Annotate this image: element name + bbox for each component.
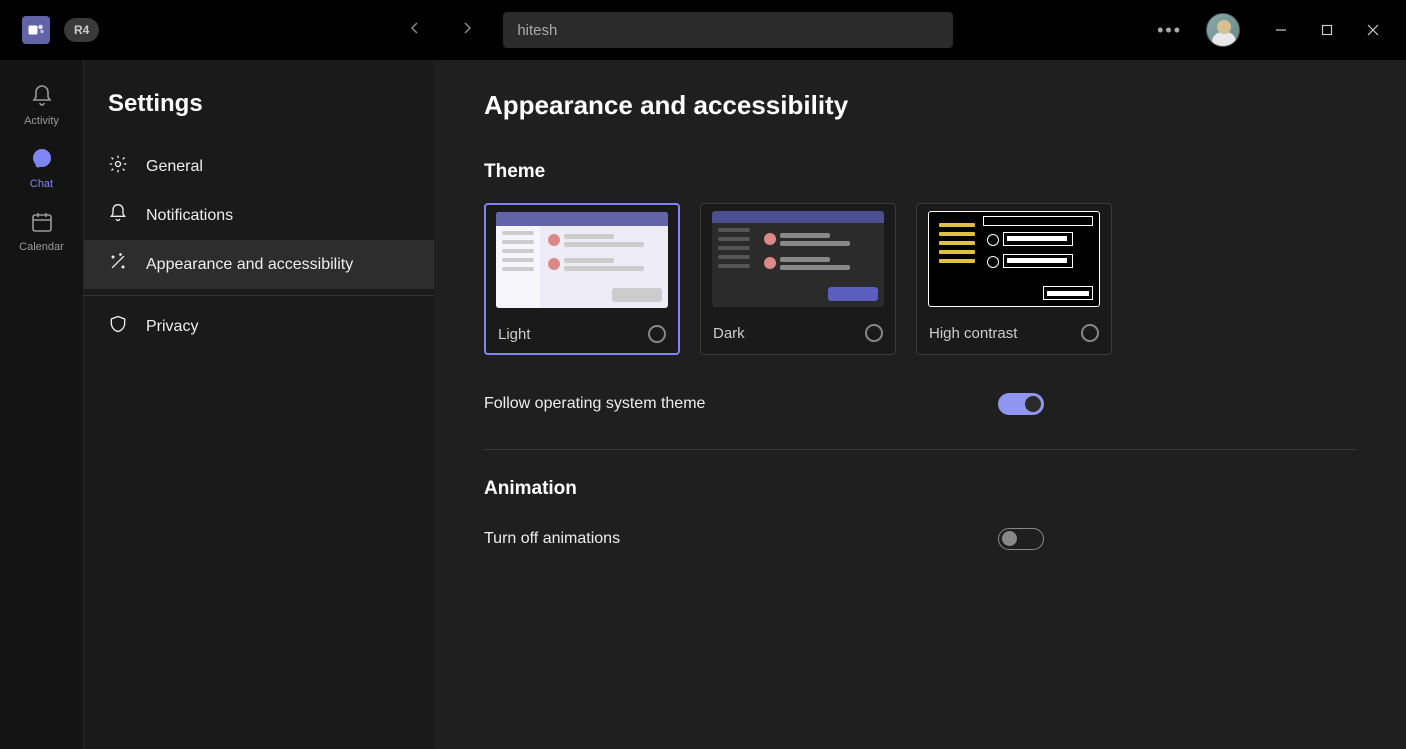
magic-wand-icon <box>108 252 128 277</box>
nav-divider <box>84 295 434 296</box>
nav-back-button[interactable] <box>399 12 431 49</box>
settings-nav-appearance[interactable]: Appearance and accessibility <box>84 240 434 289</box>
nav-label: Appearance and accessibility <box>146 256 353 274</box>
settings-nav-general[interactable]: General <box>84 142 434 191</box>
nav-label: General <box>146 158 203 176</box>
theme-option-high-contrast[interactable]: High contrast <box>916 203 1112 355</box>
search-input[interactable]: hitesh <box>503 12 953 48</box>
titlebar: R4 hitesh ••• <box>0 0 1406 60</box>
theme-label: High contrast <box>929 325 1017 342</box>
settings-title: Settings <box>84 90 434 142</box>
follow-os-theme-label: Follow operating system theme <box>484 395 705 413</box>
rail-item-chat[interactable]: Chat <box>10 137 74 200</box>
follow-os-theme-toggle[interactable] <box>998 393 1044 415</box>
rail-item-calendar[interactable]: Calendar <box>10 200 74 263</box>
settings-nav-privacy[interactable]: Privacy <box>84 302 434 351</box>
theme-section-title: Theme <box>484 161 1356 183</box>
shield-icon <box>108 314 128 339</box>
settings-nav-notifications[interactable]: Notifications <box>84 191 434 240</box>
window-maximize-button[interactable] <box>1304 13 1350 47</box>
nav-label: Notifications <box>146 207 233 225</box>
teams-app-icon <box>22 16 50 44</box>
theme-option-dark[interactable]: Dark <box>700 203 896 355</box>
turn-off-animations-label: Turn off animations <box>484 530 620 548</box>
theme-preview-dark <box>701 204 895 314</box>
bell-icon <box>108 203 128 228</box>
org-badge[interactable]: R4 <box>64 18 99 42</box>
radio-icon <box>865 324 883 342</box>
radio-icon <box>1081 324 1099 342</box>
profile-avatar[interactable] <box>1206 13 1240 47</box>
chat-icon <box>30 147 54 174</box>
more-options-button[interactable]: ••• <box>1151 14 1188 47</box>
rail-label: Calendar <box>19 241 64 253</box>
app-rail: Activity Chat Calendar <box>0 60 84 749</box>
theme-preview-light <box>486 205 678 315</box>
rail-label: Activity <box>24 115 59 127</box>
settings-content: Appearance and accessibility Theme <box>434 60 1406 749</box>
theme-label: Dark <box>713 325 745 342</box>
settings-sidebar: Settings General Notifications Appearanc… <box>84 60 434 749</box>
nav-label: Privacy <box>146 318 198 336</box>
window-minimize-button[interactable] <box>1258 13 1304 47</box>
rail-item-activity[interactable]: Activity <box>10 74 74 137</box>
turn-off-animations-toggle[interactable] <box>998 528 1044 550</box>
page-title: Appearance and accessibility <box>484 90 1356 121</box>
theme-preview-high-contrast <box>917 204 1111 314</box>
theme-label: Light <box>498 326 531 343</box>
section-divider <box>484 449 1356 450</box>
window-close-button[interactable] <box>1350 13 1396 47</box>
search-text: hitesh <box>517 22 557 39</box>
radio-icon <box>648 325 666 343</box>
nav-forward-button[interactable] <box>451 12 483 49</box>
animation-section-title: Animation <box>484 478 1356 500</box>
gear-icon <box>108 154 128 179</box>
bell-icon <box>30 84 54 111</box>
rail-label: Chat <box>30 178 53 190</box>
theme-option-light[interactable]: Light <box>484 203 680 355</box>
calendar-icon <box>30 210 54 237</box>
